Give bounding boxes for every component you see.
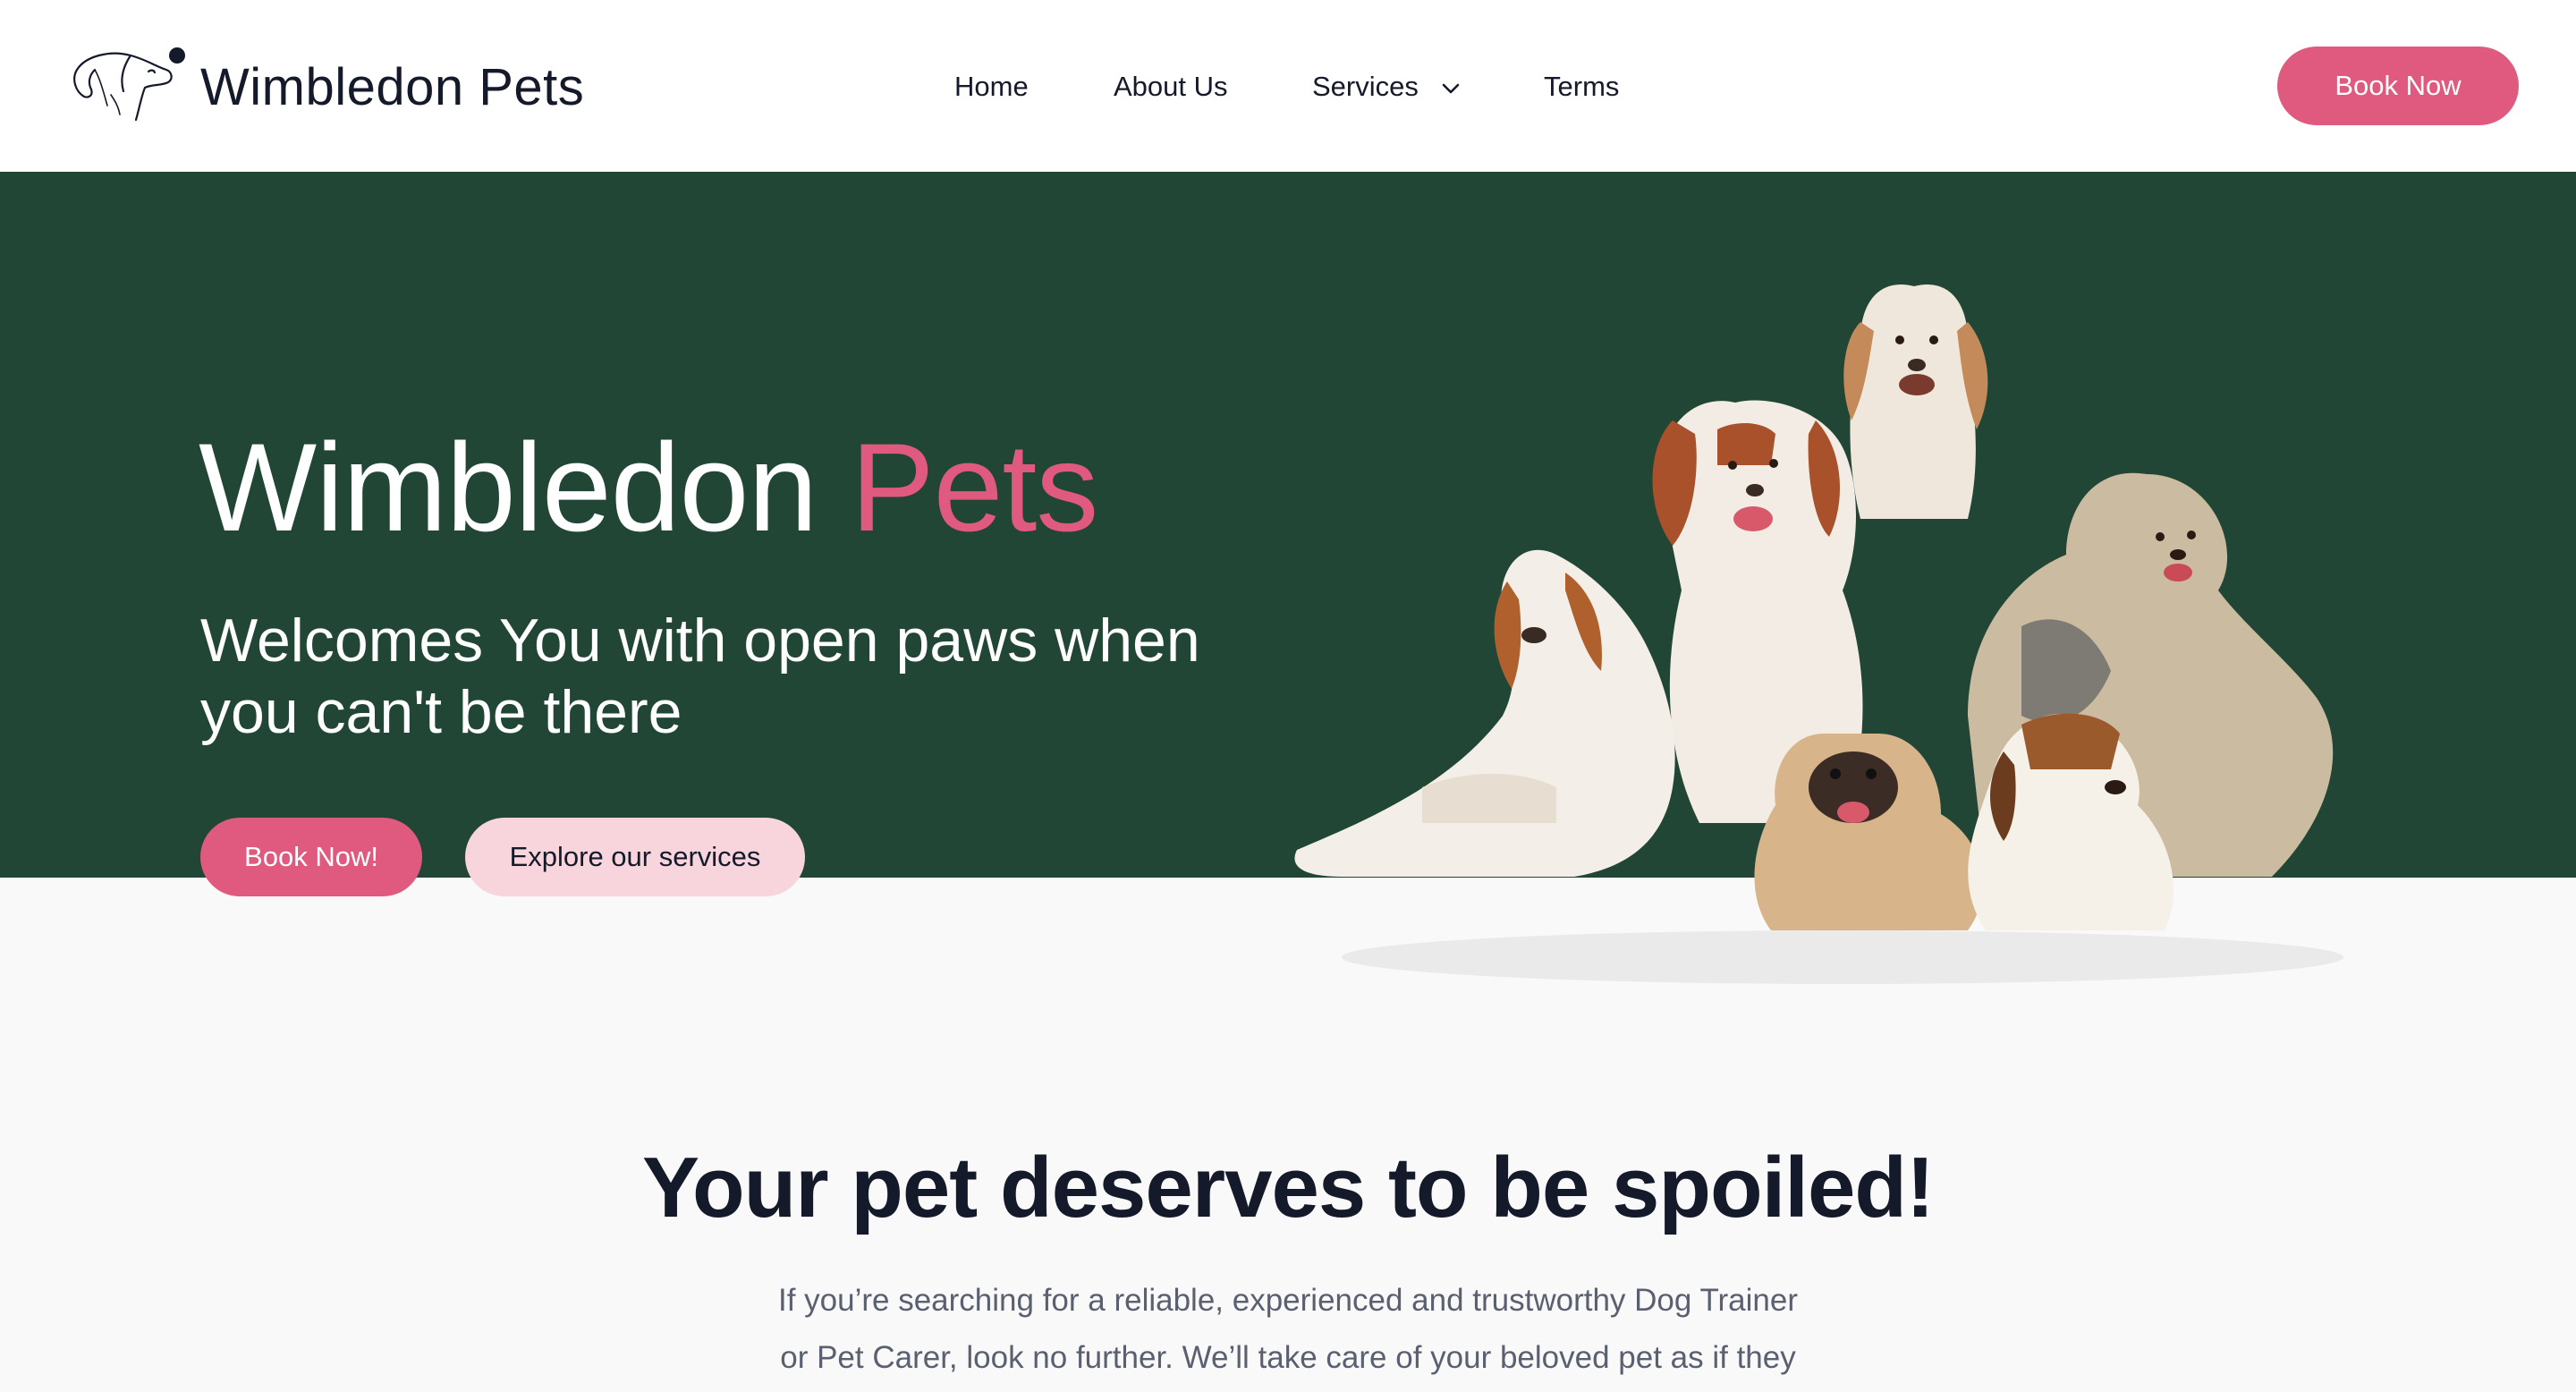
chevron-down-icon xyxy=(1442,83,1459,94)
hero-title: Wimbledon Pets xyxy=(199,412,1098,564)
pug-dog xyxy=(1754,734,1983,930)
hero-title-main: Wimbledon xyxy=(199,417,818,557)
nav-home[interactable]: Home xyxy=(954,64,1029,109)
site-header: Wimbledon Pets Home About Us Services Te… xyxy=(0,0,2576,172)
nav-services-label: Services xyxy=(1312,71,1419,102)
book-now-button[interactable]: Book Now xyxy=(2277,47,2519,125)
nav-terms[interactable]: Terms xyxy=(1544,64,1619,109)
nav-services[interactable]: Services xyxy=(1312,64,1462,109)
hero-subtitle: Welcomes You with open paws when you can… xyxy=(200,607,1200,746)
nav-about-us[interactable]: About Us xyxy=(1114,64,1228,109)
group-of-dogs-photo xyxy=(1294,284,2343,984)
intro-text: If you’re searching for a reliable, expe… xyxy=(777,1283,1799,1375)
hero-book-now-button[interactable]: Book Now! xyxy=(200,818,422,896)
foxhound-dog xyxy=(1294,549,1675,877)
setter-dog xyxy=(1843,284,1988,519)
hero-title-accent: Pets xyxy=(851,417,1098,557)
brand-name[interactable]: Wimbledon Pets xyxy=(200,52,584,123)
intro-heading: Your pet deserves to be spoiled! xyxy=(642,1140,1935,1235)
dog-head-logo-icon[interactable] xyxy=(68,43,190,129)
explore-services-button[interactable]: Explore our services xyxy=(465,818,805,896)
